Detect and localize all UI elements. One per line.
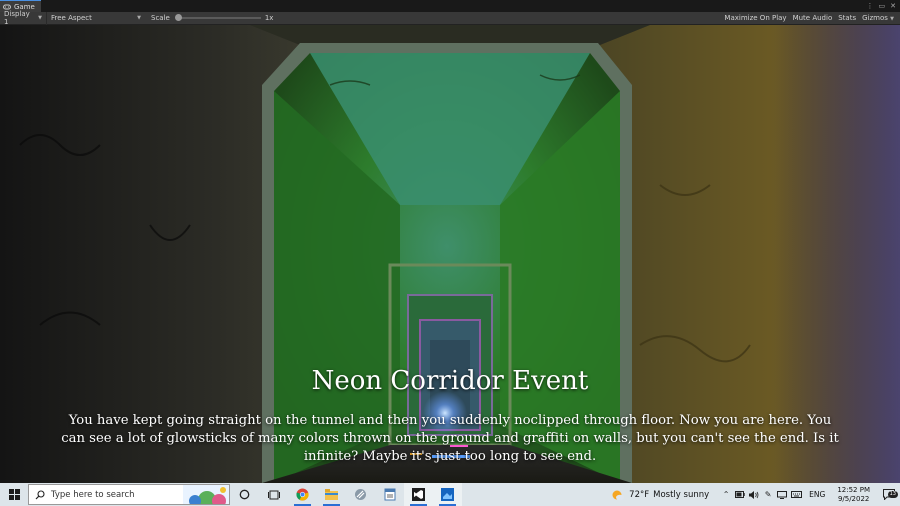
windows-taskbar: Type here to search 72°F Mostly sunny ⌃ … bbox=[0, 483, 900, 506]
more-options-icon[interactable]: ⋮ bbox=[867, 2, 874, 10]
maximize-on-play-toggle[interactable]: Maximize On Play bbox=[724, 14, 786, 22]
volume-icon[interactable] bbox=[747, 490, 761, 499]
pen-icon[interactable]: ✎ bbox=[761, 490, 775, 499]
gamepad-icon bbox=[3, 4, 11, 10]
app-button[interactable] bbox=[346, 483, 375, 506]
weather-widget[interactable]: 72°F Mostly sunny bbox=[611, 489, 709, 501]
event-title: Neon Corridor Event bbox=[311, 366, 589, 396]
editor-titlebar: Game ⋮ ▭ ✕ bbox=[0, 0, 900, 12]
scale-label: Scale bbox=[151, 14, 170, 22]
language-indicator[interactable]: ENG bbox=[809, 490, 825, 499]
search-placeholder: Type here to search bbox=[51, 489, 135, 500]
task-view-icon-button[interactable] bbox=[259, 483, 288, 506]
search-highlight-art bbox=[183, 485, 229, 504]
app-icon bbox=[355, 489, 366, 500]
weather-temperature: 72°F bbox=[629, 489, 650, 500]
mute-audio-toggle[interactable]: Mute Audio bbox=[793, 14, 833, 22]
unity-icon bbox=[441, 488, 454, 501]
chevron-down-icon: ▼ bbox=[38, 15, 42, 21]
unity-button[interactable] bbox=[433, 483, 462, 506]
battery-icon[interactable] bbox=[733, 491, 747, 498]
game-view-toolbar: Display 1 ▼ Free Aspect ▼ Scale 1x Maxim… bbox=[0, 10, 900, 26]
chrome-icon bbox=[296, 488, 309, 501]
network-icon[interactable] bbox=[775, 490, 789, 499]
cortana-icon bbox=[239, 489, 250, 500]
chrome-button[interactable] bbox=[288, 483, 317, 506]
system-tray: 72°F Mostly sunny ⌃ ✎ ENG 12:52 PM 9/5/2… bbox=[611, 483, 900, 506]
taskbar-search[interactable]: Type here to search bbox=[28, 484, 230, 505]
aspect-dropdown-label: Free Aspect bbox=[51, 14, 92, 22]
task-view-button[interactable] bbox=[230, 483, 259, 506]
display-dropdown-label: Display 1 bbox=[4, 10, 30, 26]
visual-studio-button[interactable] bbox=[404, 483, 433, 506]
clock-date: 9/5/2022 bbox=[837, 494, 870, 503]
sun-cloud-icon bbox=[612, 490, 625, 500]
scale-control: Scale 1x bbox=[151, 14, 273, 22]
stats-toggle[interactable]: Stats bbox=[838, 14, 856, 22]
close-icon[interactable]: ✕ bbox=[890, 2, 896, 10]
gizmos-dropdown[interactable]: Gizmos ▼ bbox=[862, 14, 894, 22]
gizmos-label: Gizmos bbox=[862, 14, 888, 22]
search-icon bbox=[35, 489, 45, 499]
chevron-up-icon[interactable]: ⌃ bbox=[719, 490, 733, 499]
notepad-icon bbox=[384, 488, 395, 501]
event-description: You have kept going straight on the tunn… bbox=[61, 413, 839, 464]
windows-logo-icon bbox=[8, 489, 20, 500]
game-view[interactable]: Neon Corridor Event You have kept going … bbox=[0, 25, 900, 483]
clock[interactable]: 12:52 PM 9/5/2022 bbox=[837, 486, 870, 504]
maximize-icon[interactable]: ▭ bbox=[879, 2, 886, 10]
clock-time: 12:52 PM bbox=[837, 485, 870, 494]
keyboard-icon[interactable] bbox=[789, 491, 803, 498]
visual-studio-icon bbox=[412, 488, 425, 501]
task-view-icon bbox=[267, 490, 280, 499]
notepad-button[interactable] bbox=[375, 483, 404, 506]
aspect-dropdown[interactable]: Free Aspect ▼ bbox=[46, 11, 145, 25]
start-button[interactable] bbox=[0, 483, 28, 506]
chevron-down-icon: ▼ bbox=[137, 15, 141, 21]
notification-count: 13 bbox=[887, 491, 898, 498]
scale-slider-handle[interactable] bbox=[174, 14, 182, 21]
display-dropdown[interactable]: Display 1 ▼ bbox=[0, 10, 46, 26]
notification-center-button[interactable]: 13 bbox=[878, 489, 900, 500]
scale-value: 1x bbox=[264, 14, 274, 22]
chevron-down-icon: ▼ bbox=[890, 16, 894, 22]
file-explorer-button[interactable] bbox=[317, 483, 346, 506]
weather-description: Mostly sunny bbox=[653, 489, 710, 500]
file-explorer-icon bbox=[325, 489, 338, 500]
scale-slider[interactable] bbox=[174, 14, 261, 21]
